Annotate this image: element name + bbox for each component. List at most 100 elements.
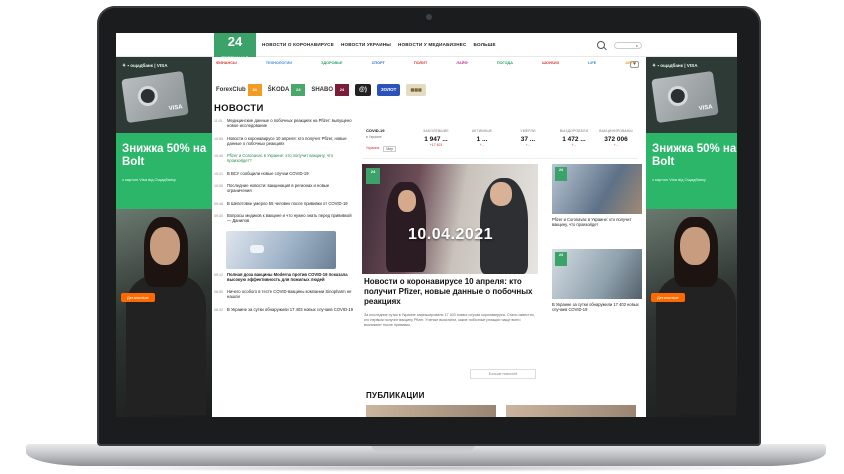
partner-forexclub[interactable]: ForexClub 24 <box>216 83 262 97</box>
more-news-button[interactable]: Больше новостей <box>470 369 536 379</box>
news-time: 11:01 <box>214 119 223 123</box>
stat-label: АКТИВНЫЕ <box>471 129 493 133</box>
partner-blue-logo[interactable]: ЗОЛОТ <box>376 83 401 97</box>
publications-title: ПУБЛИКАЦИИ <box>366 391 425 400</box>
news-time: 08:32 <box>214 307 223 312</box>
news-headline: Вопросы медиков к вакцине и что нужно зн… <box>227 212 352 224</box>
stat-value: 1 ... <box>476 136 488 143</box>
partner-badge: 24 <box>335 84 350 96</box>
visa-logo: VISA <box>168 104 184 113</box>
ad-banner-left[interactable]: ⚘ ▪ ощадбанк | VISA VISA Знижка 50% на B… <box>116 57 212 417</box>
side-news-image: 24 <box>552 164 642 214</box>
stat-value: 1 947 ... <box>424 136 448 143</box>
partner-name: ▦▦▦ <box>406 84 426 96</box>
ad-cta-button[interactable]: Детальніше <box>121 293 155 302</box>
category-bar: ФИНАНСЫ ТЕХНОЛОГИИ ЗДОРОВЬЕ СПОРТ ПОЛИТ … <box>216 61 636 65</box>
nav-item-ukraine[interactable]: НОВОСТИ УКРАИНЫ <box>341 42 391 47</box>
category-item[interactable]: ЛАЙФ <box>456 61 467 65</box>
partner-shabo[interactable]: SHABO 24 <box>311 83 350 97</box>
side-news-card[interactable]: 24 В Украине за сутки обнаружили 17 403 … <box>552 249 642 312</box>
news-section-title: НОВОСТИ <box>214 103 264 114</box>
news-time: 10:40 <box>214 154 223 159</box>
stat-delta: +... <box>479 143 485 147</box>
bank-card-image: VISA <box>121 70 189 124</box>
news-item[interactable]: 10:21 В ВСУ сообщили новые случаи COVID-1… <box>214 171 354 176</box>
stat-label: ЗАБОЛЕВШИЕ <box>423 129 449 133</box>
news-headline: Pfizer и Coronavac в Украине: кто получи… <box>227 153 334 164</box>
category-item[interactable]: ЗДОРОВЬЕ <box>321 61 342 65</box>
partner-dark-logo[interactable]: @) <box>355 83 371 97</box>
logo-number: 24 <box>227 34 243 49</box>
ad-headline: Знижка 50% на Bolt <box>652 143 737 168</box>
site-header: 24 ТЕЛЕКАНАЛ НОВОСТИ О КОРОНАВИРУСЕ НОВО… <box>116 33 737 60</box>
ad-note: з картою Visa від Ощадбанку <box>652 177 706 182</box>
stat-deaths: УМЕРЛИ 37 ... +... <box>506 129 550 147</box>
hero-image[interactable]: 24 10.04.2021 <box>362 164 538 274</box>
stat-value: 37 ... <box>520 136 536 143</box>
news-item[interactable]: 10:05 Последние новости: вакцинация в рег… <box>214 183 354 194</box>
category-item[interactable]: СПОРТ <box>372 61 385 65</box>
ad-banner-right[interactable]: ⚘ ▪ ощадбанк | VISA VISA Знижка 50% на B… <box>646 57 737 417</box>
publication-thumbnail[interactable] <box>366 405 496 417</box>
covid-region-toggle[interactable]: Украина Мир <box>366 146 397 152</box>
partner-name: SHABO <box>311 87 334 93</box>
partner-name: ŠKODA <box>267 87 290 93</box>
camera-lens-icon <box>666 84 690 108</box>
stat-label: ВАКЦИНИРОВАНЫ <box>599 129 633 133</box>
category-item[interactable]: ШОУБИЗ <box>542 61 559 65</box>
publication-thumbnail[interactable] <box>506 405 636 417</box>
news-item[interactable]: 08:50 Ничего особого в тесте COVID-вакцин… <box>214 289 354 300</box>
stat-recovered: ВЫЗДОРОВЕЛИ 1 472 ... +... <box>552 129 596 147</box>
partner-badge: 24 <box>247 84 262 96</box>
nav-item-more[interactable]: БОЛЬШЕ <box>474 42 496 47</box>
bank-card-image: VISA <box>651 70 719 124</box>
news-item[interactable]: 11:01 Медицинские данные о побочных реакц… <box>214 118 354 129</box>
partner-beige-logo[interactable]: ▦▦▦ <box>406 83 426 97</box>
news-thumbnail[interactable] <box>226 230 336 269</box>
news-headline: В Украине за сутки обнаружили 17 403 нов… <box>227 306 354 312</box>
visa-logo: VISA <box>698 104 714 113</box>
laptop-mockup: 24 ТЕЛЕКАНАЛ НОВОСТИ О КОРОНАВИРУСЕ НОВО… <box>0 0 844 474</box>
news-time: 10:55 <box>214 136 223 141</box>
partner-name: @) <box>355 84 371 96</box>
categories-more-button[interactable]: ▾ <box>630 61 639 68</box>
news-item[interactable]: 09:30 Вопросы медиков к вакцине и что нуж… <box>214 213 354 224</box>
news-time: 09:12 <box>214 272 223 277</box>
category-item[interactable]: ТЕХНОЛОГИИ <box>266 61 292 65</box>
search-icon[interactable] <box>597 41 605 49</box>
main-nav: НОВОСТИ О КОРОНАВИРУСЕ НОВОСТИ УКРАИНЫ Н… <box>262 42 496 47</box>
partner-skoda[interactable]: ŠKODA 24 <box>268 83 306 97</box>
region-world[interactable]: Мир <box>383 146 397 152</box>
news-item[interactable]: 08:32 В Украине за сутки обнаружили 17 40… <box>214 307 354 312</box>
channel-badge: 24 <box>555 167 567 181</box>
category-item[interactable]: ПОЛИТ <box>414 61 427 65</box>
news-item[interactable]: 10:55 Новости о коронавирусе 10 апреля: к… <box>214 136 354 147</box>
stat-delta: +... <box>525 143 531 147</box>
news-headline: Ничего особого в тесте COVID-вакцины ком… <box>227 289 352 300</box>
browser-screen: 24 ТЕЛЕКАНАЛ НОВОСТИ О КОРОНАВИРУСЕ НОВО… <box>116 33 737 417</box>
ad-card-area: ⚘ ▪ ощадбанк | VISA VISA <box>646 57 737 133</box>
hero-lead: За последние сутки в Украине зафиксирова… <box>364 313 535 327</box>
covid-label: COVID-19 <box>366 128 385 133</box>
category-item[interactable]: ПОГОДА <box>497 61 513 65</box>
theme-toggle[interactable]: ● <box>614 42 642 49</box>
hero-headline[interactable]: Новости о коронавирусе 10 апреля: кто по… <box>364 277 538 307</box>
nav-item-media[interactable]: НОВОСТИ У МЕДИАБИЗНЕС <box>398 42 467 47</box>
side-news-headline: В Украине за сутки обнаружили 17 403 нов… <box>552 302 639 313</box>
news-time: 10:21 <box>214 171 223 176</box>
ad-cta-button[interactable]: Детальніше <box>651 293 685 302</box>
news-time: 08:50 <box>214 290 223 295</box>
nav-item-coronavirus[interactable]: НОВОСТИ О КОРОНАВИРУСЕ <box>262 42 334 47</box>
site-logo[interactable]: 24 ТЕЛЕКАНАЛ <box>214 33 256 60</box>
region-ukraine[interactable]: Украина <box>366 146 379 152</box>
news-item[interactable]: 10:40 Pfizer и Coronavac в Украине: кто п… <box>214 153 354 164</box>
covid-region: в Украине <box>366 135 382 139</box>
category-item[interactable]: LIFE <box>588 61 596 65</box>
stat-value: 372 006 <box>604 136 628 143</box>
category-item[interactable]: ФИНАНСЫ <box>216 61 237 65</box>
news-item-featured[interactable]: 09:12 Полная доза вакцины Moderna против … <box>214 272 354 283</box>
ad-photo <box>116 209 212 417</box>
news-time: 10:05 <box>214 184 223 189</box>
side-news-card[interactable]: 24 Pfizer и Coronavac в Украине: кто пол… <box>552 164 642 227</box>
news-item[interactable]: 09:48 В Шепетовке умерло 55 человек после… <box>214 201 354 206</box>
